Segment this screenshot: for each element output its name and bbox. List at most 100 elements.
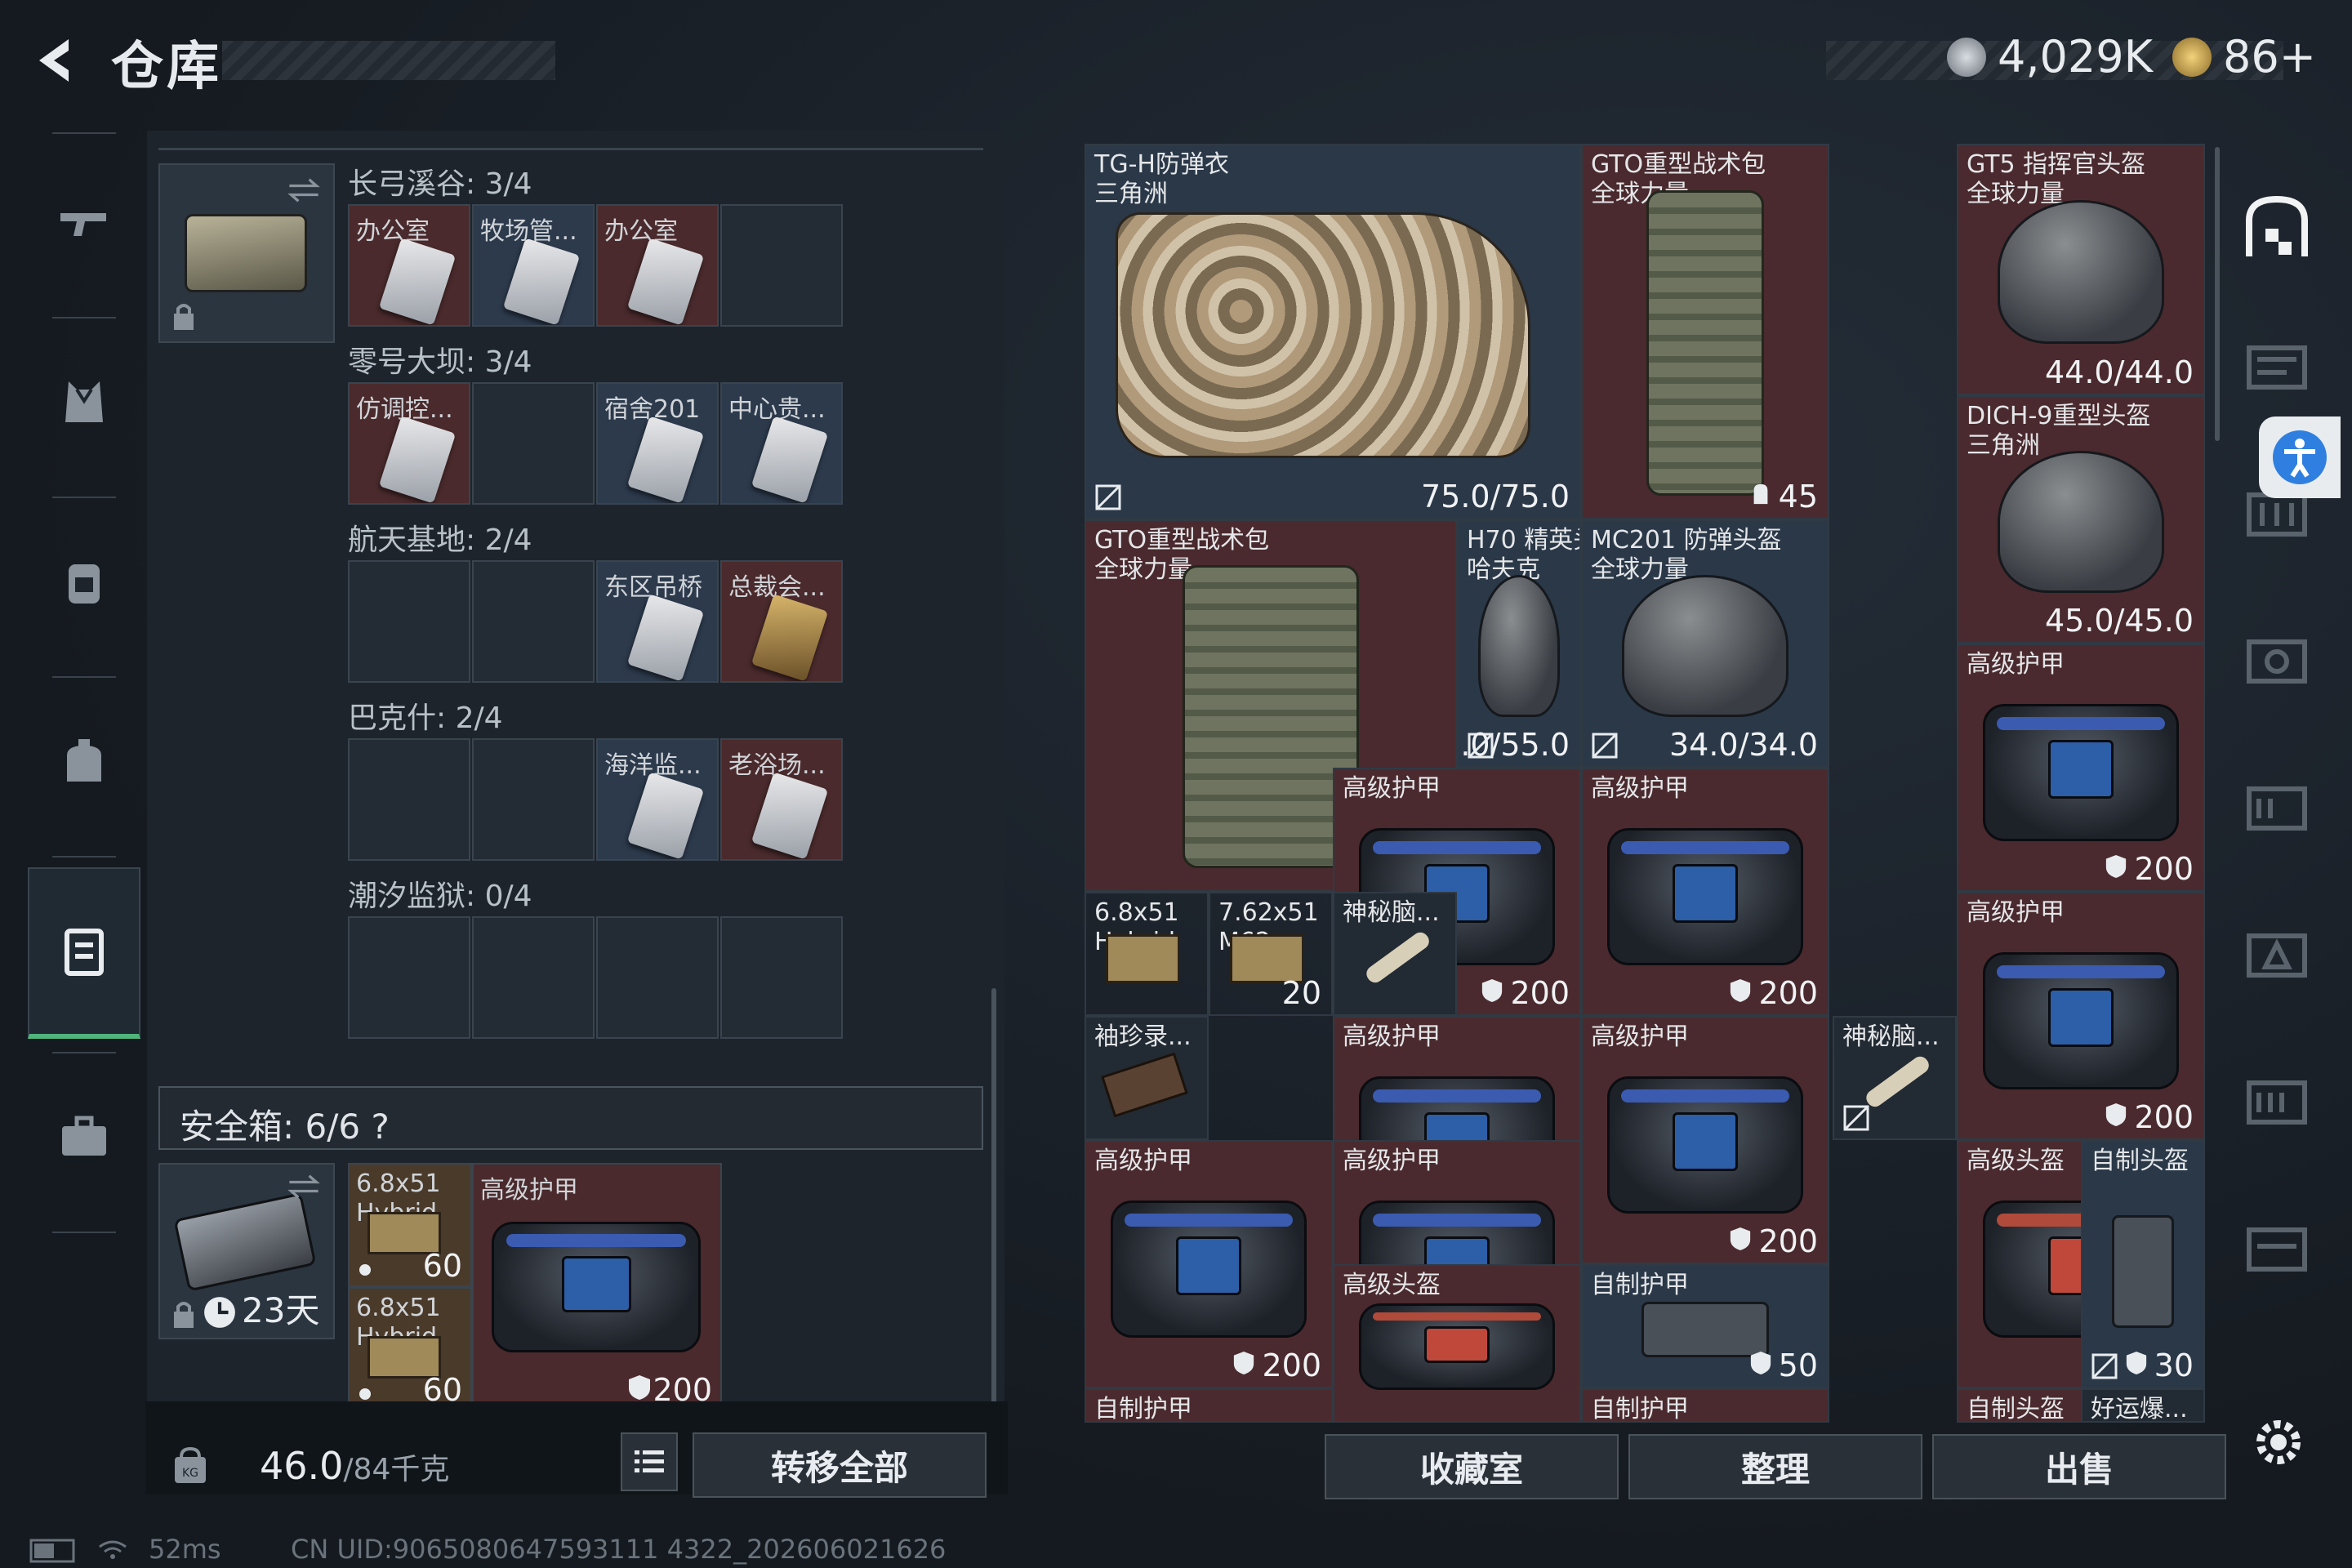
- stash-item[interactable]: 高级护甲 200: [1957, 644, 2205, 892]
- nav-briefcase[interactable]: [28, 1063, 140, 1210]
- keycard-slot[interactable]: 牧场管...: [472, 204, 595, 327]
- sort-button[interactable]: 整理: [1628, 1434, 1922, 1499]
- keycard-slot[interactable]: 总裁会...: [720, 560, 843, 683]
- title-decoration: [222, 41, 555, 80]
- rnav-warehouse[interactable]: [2238, 188, 2316, 266]
- currency-triangle: 86+: [2172, 31, 2316, 82]
- keycard-slot[interactable]: 办公室: [348, 204, 470, 327]
- empty-keycard-slot[interactable]: [472, 916, 595, 1039]
- warehouse-icon: [2246, 195, 2308, 256]
- secure-box-label: 安全箱: 6/6 ?: [180, 1107, 390, 1147]
- stash-item[interactable]: GT5 指挥官头盔 全球力量 44.0/44.0: [1957, 144, 2205, 395]
- item-name: 高级头盔: [1967, 1147, 2065, 1175]
- stash-item[interactable]: 高级护甲 200: [1581, 768, 1829, 1016]
- stash-item[interactable]: 自制头盔 30: [2081, 1140, 2205, 1388]
- keycard-case[interactable]: [158, 163, 335, 343]
- storage-icon: [65, 929, 104, 976]
- collection-room-button[interactable]: 收藏室: [1325, 1434, 1619, 1499]
- keycard-slot[interactable]: 老浴场...: [720, 738, 843, 861]
- empty-keycard-slot[interactable]: [720, 916, 843, 1039]
- item-value: 55.0/55.0: [1459, 727, 1570, 763]
- stash-item[interactable]: MC201 防弹头盔 全球力量 34.0/34.0: [1581, 519, 1829, 768]
- secure-box-case[interactable]: 23天: [158, 1163, 335, 1339]
- item-name: 高级护甲: [480, 1176, 578, 1205]
- rnav-extension-4[interactable]: [2238, 768, 2316, 846]
- empty-keycard-slot[interactable]: [348, 738, 470, 861]
- rnav-extension-1[interactable]: [2238, 327, 2316, 405]
- nav-storage[interactable]: [28, 867, 140, 1039]
- rnav-extension-6[interactable]: [2238, 1062, 2316, 1140]
- keycard-slot[interactable]: 中心贵...: [720, 382, 843, 505]
- rnav-extension-5[interactable]: [2238, 915, 2316, 993]
- armor-image: [1607, 1076, 1803, 1214]
- secure-box-header[interactable]: 安全箱: 6/6 ?: [158, 1086, 983, 1150]
- back-button[interactable]: [29, 34, 82, 87]
- item-value: 200: [1232, 1348, 1321, 1383]
- keycard-slot[interactable]: 宿舍201: [596, 382, 719, 505]
- stash-scrollbar[interactable]: [2215, 147, 2220, 441]
- shield-icon: [2125, 1348, 2154, 1383]
- stash-item[interactable]: 袖珍录...: [1085, 1016, 1209, 1140]
- stash-item[interactable]: 7.62x51 M6220: [1209, 892, 1333, 1016]
- empty-keycard-slot[interactable]: [720, 204, 843, 327]
- empty-keycard-slot[interactable]: [596, 916, 719, 1039]
- settings-button[interactable]: [2247, 1411, 2310, 1473]
- stash-item[interactable]: 高级护甲 200: [1957, 892, 2205, 1140]
- empty-keycard-slot[interactable]: [472, 738, 595, 861]
- stash-item[interactable]: 自制护甲: [1085, 1388, 1333, 1423]
- clock-icon: [204, 1297, 235, 1328]
- stash-item[interactable]: 高级护甲 200: [1581, 1016, 1829, 1264]
- swap-icon[interactable]: [286, 1173, 322, 1200]
- keycard-slot[interactable]: 海洋监...: [596, 738, 719, 861]
- item-value: 30: [2125, 1348, 2194, 1383]
- stash-item[interactable]: H70 精英头盔 哈夫克55.0/55.0: [1457, 519, 1581, 768]
- nav-armor[interactable]: [28, 328, 140, 475]
- item-value-text: 20: [1281, 975, 1321, 1011]
- swap-icon[interactable]: [286, 176, 322, 204]
- stash-item[interactable]: DICH-9重型头盔 三角洲 45.0/45.0: [1957, 395, 2205, 644]
- empty-keycard-slot[interactable]: [348, 560, 470, 683]
- secure-ammo-slot-2[interactable]: 6.8x51 Hybrid 60: [348, 1287, 472, 1411]
- rnav-extension-7[interactable]: [2238, 1209, 2316, 1287]
- keycard-slot[interactable]: 仿调控...: [348, 382, 470, 505]
- empty-keycard-slot[interactable]: [348, 916, 470, 1039]
- empty-keycard-slot[interactable]: [472, 560, 595, 683]
- back-arrow-icon: [39, 39, 69, 82]
- stash-item[interactable]: 自制护甲: [1581, 1388, 1829, 1423]
- item-name: TG-H防弹衣 三角洲: [1094, 150, 1229, 208]
- stash-item[interactable]: 高级头盔: [1333, 1264, 1581, 1423]
- nav-weapons[interactable]: [28, 149, 140, 296]
- empty-keycard-slot[interactable]: [472, 382, 595, 505]
- keycard-group-header: 长弓溪谷: 3/4: [348, 167, 532, 201]
- nav-backpack[interactable]: [28, 508, 140, 655]
- stash-item[interactable]: 自制护甲 50: [1581, 1264, 1829, 1388]
- stash-item[interactable]: 神秘脑...: [1833, 1016, 1957, 1140]
- item-value: 200: [1729, 1223, 1818, 1259]
- keycard-slot[interactable]: 办公室: [596, 204, 719, 327]
- shield-icon: [1729, 1223, 1758, 1259]
- stash-item[interactable]: 6.8x51 Hybrid: [1085, 892, 1209, 1016]
- secure-armor-slot[interactable]: 高级护甲 200: [472, 1163, 722, 1411]
- stash-item[interactable]: 高级护甲 200: [1085, 1140, 1333, 1388]
- shield-icon: [2105, 1099, 2134, 1135]
- stash-item[interactable]: TG-H防弹衣 三角洲 75.0/75.0: [1085, 144, 1581, 519]
- stash-item[interactable]: 好运爆...: [2081, 1388, 2205, 1423]
- weapons-icon: [60, 213, 106, 236]
- armor-image: [1607, 828, 1803, 965]
- helmet-image: [1998, 451, 2164, 593]
- item-value-text: 50: [1778, 1348, 1818, 1383]
- right-nav: [2221, 163, 2336, 1307]
- list-view-button[interactable]: [621, 1432, 678, 1491]
- stash-item[interactable]: GTO重型战术包 全球力量45: [1581, 144, 1829, 519]
- helmet-image: [1622, 575, 1788, 717]
- keycard-slot[interactable]: 东区吊桥: [596, 560, 719, 683]
- extension-case-icon: [2247, 1227, 2307, 1272]
- stash-item[interactable]: 神秘脑...: [1333, 892, 1457, 1016]
- accessibility-button[interactable]: [2259, 416, 2341, 498]
- rnav-extension-3[interactable]: [2238, 621, 2316, 699]
- sell-button[interactable]: 出售: [1932, 1434, 2226, 1499]
- left-scrollbar[interactable]: [991, 988, 996, 1413]
- transfer-all-button[interactable]: 转移全部: [693, 1432, 987, 1498]
- nav-bag[interactable]: [28, 688, 140, 835]
- secure-ammo-slot-1[interactable]: 6.8x51 Hybrid 60: [348, 1163, 472, 1287]
